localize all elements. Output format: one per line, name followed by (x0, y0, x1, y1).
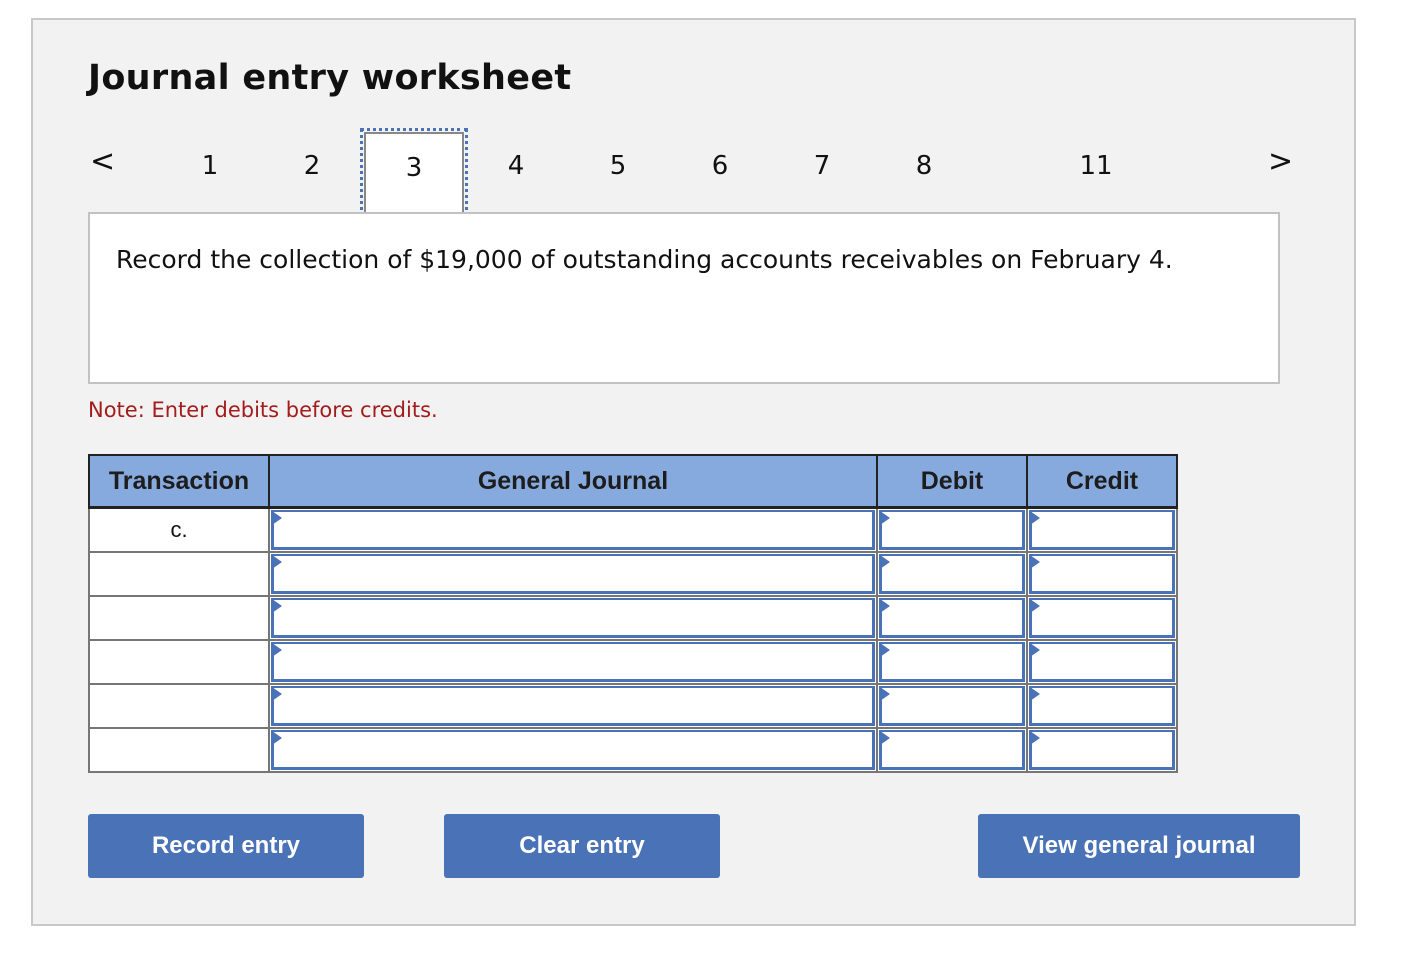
table-row (88, 595, 1178, 641)
instruction-note: Note: Enter debits before credits. (88, 398, 438, 422)
table-row (88, 727, 1178, 773)
account-dropdown[interactable] (271, 730, 875, 770)
credit-input-cell (1026, 506, 1178, 553)
table-header-row: Transaction General Journal Debit Credit (88, 454, 1178, 509)
chevron-right-icon[interactable]: > (1268, 142, 1293, 182)
transaction-cell (88, 639, 270, 685)
credit-input-cell (1026, 639, 1178, 685)
account-dropdown[interactable] (271, 642, 875, 682)
transaction-cell (88, 683, 270, 729)
table-row (88, 551, 1178, 597)
transaction-cell (88, 595, 270, 641)
credit-input[interactable] (1029, 642, 1175, 682)
input-flag-icon (272, 731, 282, 745)
header-debit: Debit (876, 454, 1028, 509)
account-dropdown-cell (268, 595, 878, 641)
clear-entry-button[interactable]: Clear entry (444, 814, 720, 878)
debit-input[interactable] (879, 554, 1025, 594)
input-flag-icon (880, 731, 890, 745)
input-flag-icon (880, 643, 890, 657)
input-flag-icon (272, 511, 282, 525)
input-flag-icon (1030, 687, 1040, 701)
page-title: Journal entry worksheet (88, 58, 572, 98)
view-general-journal-button[interactable]: View general journal (978, 814, 1300, 878)
credit-input[interactable] (1029, 598, 1175, 638)
record-entry-button[interactable]: Record entry (88, 814, 364, 878)
input-flag-icon (272, 555, 282, 569)
input-flag-icon (272, 599, 282, 613)
debit-input-cell (876, 683, 1028, 729)
credit-input[interactable] (1029, 686, 1175, 726)
debit-input-cell (876, 551, 1028, 597)
credit-input-cell (1026, 551, 1178, 597)
input-flag-icon (1030, 555, 1040, 569)
page-tab-8[interactable]: 8 (904, 146, 944, 186)
account-dropdown[interactable] (271, 598, 875, 638)
debit-input-cell (876, 639, 1028, 685)
debit-input[interactable] (879, 686, 1025, 726)
header-transaction: Transaction (88, 454, 270, 509)
input-flag-icon (1030, 643, 1040, 657)
question-pager: < 1 2 3 4 5 6 7 8 11 > (88, 128, 1308, 218)
question-text: Record the collection of $19,000 of outs… (88, 212, 1280, 384)
input-flag-icon (880, 511, 890, 525)
input-flag-icon (1030, 511, 1040, 525)
input-flag-icon (880, 599, 890, 613)
credit-input-cell (1026, 683, 1178, 729)
input-flag-icon (272, 643, 282, 657)
page-tab-2[interactable]: 2 (292, 146, 332, 186)
page-tab-3-active[interactable]: 3 (360, 128, 468, 218)
account-dropdown-cell (268, 727, 878, 773)
transaction-cell: c. (88, 506, 270, 553)
input-flag-icon (880, 687, 890, 701)
debit-input[interactable] (879, 730, 1025, 770)
account-dropdown[interactable] (271, 554, 875, 594)
journal-table: Transaction General Journal Debit Credit… (88, 454, 1178, 773)
account-dropdown-cell (268, 551, 878, 597)
credit-input[interactable] (1029, 510, 1175, 550)
page-tab-4[interactable]: 4 (496, 146, 536, 186)
header-credit: Credit (1026, 454, 1178, 509)
page-tab-1[interactable]: 1 (190, 146, 230, 186)
input-flag-icon (1030, 731, 1040, 745)
table-row (88, 639, 1178, 685)
transaction-cell (88, 727, 270, 773)
page-tab-5[interactable]: 5 (598, 146, 638, 186)
input-flag-icon (1030, 599, 1040, 613)
account-dropdown-cell (268, 639, 878, 685)
input-flag-icon (272, 687, 282, 701)
account-dropdown-cell (268, 683, 878, 729)
debit-input-cell (876, 727, 1028, 773)
debit-input[interactable] (879, 642, 1025, 682)
input-flag-icon (880, 555, 890, 569)
account-dropdown-cell (268, 506, 878, 553)
page-tab-7[interactable]: 7 (802, 146, 842, 186)
header-general-journal: General Journal (268, 454, 878, 509)
debit-input[interactable] (879, 510, 1025, 550)
account-dropdown[interactable] (271, 510, 875, 550)
chevron-left-icon[interactable]: < (90, 142, 115, 182)
debit-input-cell (876, 595, 1028, 641)
page-tab-11[interactable]: 11 (1076, 146, 1116, 186)
credit-input-cell (1026, 595, 1178, 641)
credit-input[interactable] (1029, 730, 1175, 770)
debit-input[interactable] (879, 598, 1025, 638)
debit-input-cell (876, 506, 1028, 553)
transaction-cell (88, 551, 270, 597)
table-row: c. (88, 506, 1178, 553)
table-row (88, 683, 1178, 729)
credit-input-cell (1026, 727, 1178, 773)
page-tab-6[interactable]: 6 (700, 146, 740, 186)
account-dropdown[interactable] (271, 686, 875, 726)
credit-input[interactable] (1029, 554, 1175, 594)
